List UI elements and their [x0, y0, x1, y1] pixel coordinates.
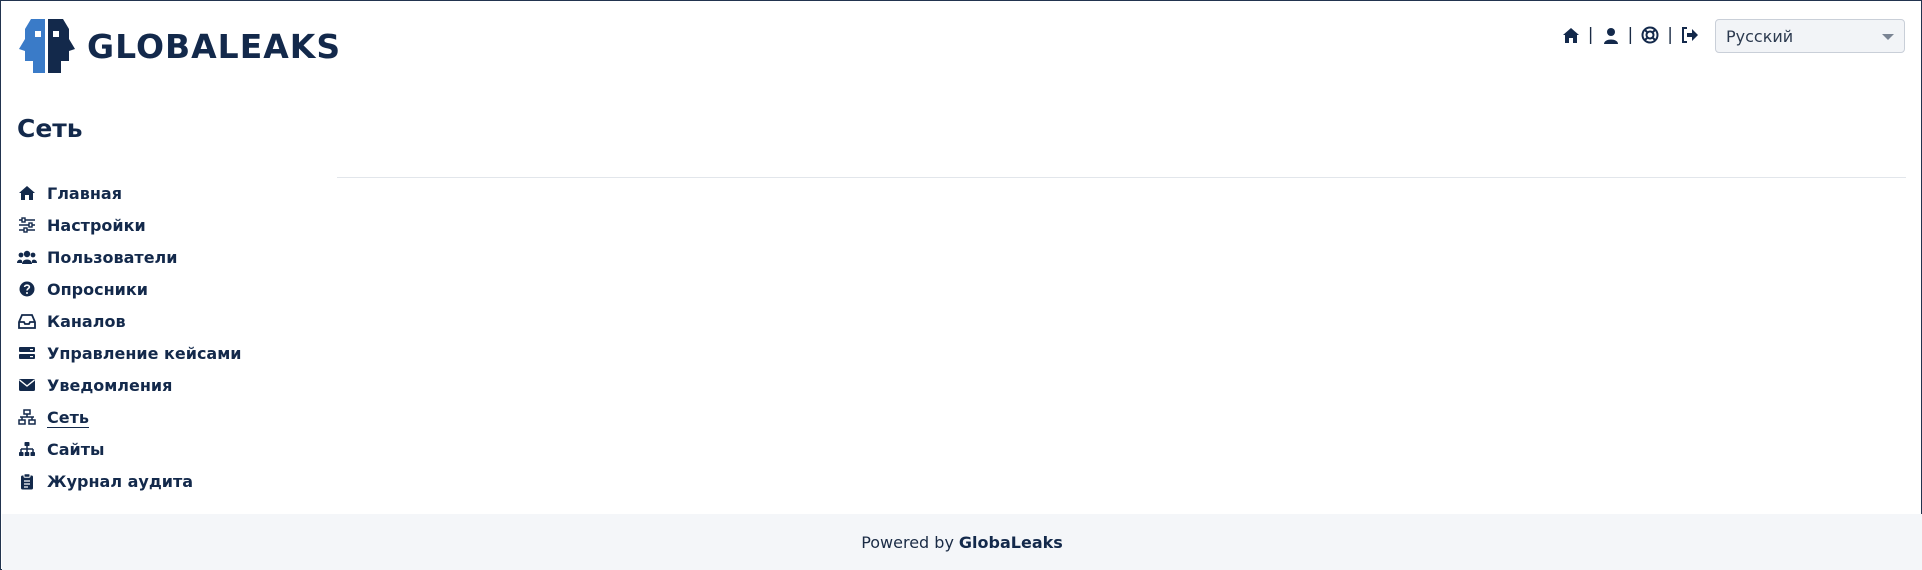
sidebar-item-label: Пользователи	[47, 247, 178, 267]
sidebar-item-label: Уведомления	[47, 375, 173, 395]
user-icon[interactable]	[1600, 24, 1622, 46]
sidebar-item-users[interactable]: Пользователи	[17, 241, 317, 273]
language-select-value: Русский	[1726, 26, 1794, 46]
home-icon[interactable]	[1560, 24, 1582, 46]
content-divider	[337, 177, 1906, 178]
chevron-down-icon	[1882, 34, 1894, 40]
sidebar-item-label: Управление кейсами	[47, 343, 242, 363]
page-title: Сеть	[17, 114, 83, 143]
sidebar-item-label: Сайты	[47, 439, 105, 459]
sidebar-item-label: Опросники	[47, 279, 148, 299]
sitemap-icon	[17, 439, 37, 459]
sidebar-item-settings[interactable]: Настройки	[17, 209, 317, 241]
sidebar-item-audit-log[interactable]: Журнал аудита	[17, 465, 317, 497]
nav-separator: |	[1627, 25, 1634, 45]
logo-text: GLOBALEAKS	[87, 26, 342, 66]
sidebar-item-label: Каналов	[47, 311, 126, 331]
logo-mark-icon	[19, 19, 75, 73]
top-nav: | | |	[1560, 23, 1701, 47]
sidebar-item-label: Главная	[47, 183, 122, 203]
sidebar-item-label: Настройки	[47, 215, 146, 235]
footer-brand-link[interactable]: GlobaLeaks	[959, 533, 1063, 552]
sidebar-item-sites[interactable]: Сайты	[17, 433, 317, 465]
envelope-icon	[17, 375, 37, 395]
sidebar-item-channels[interactable]: Каналов	[17, 305, 317, 337]
nav-separator: |	[1667, 25, 1673, 45]
clipboard-icon	[17, 471, 37, 491]
users-icon	[17, 247, 37, 267]
sidebar-item-questionnaires[interactable]: Опросники	[17, 273, 317, 305]
sidebar-item-notifications[interactable]: Уведомления	[17, 369, 317, 401]
lifebuoy-icon[interactable]	[1639, 24, 1661, 46]
question-circle-icon	[17, 279, 37, 299]
footer-prefix: Powered by	[861, 532, 954, 552]
language-select[interactable]: Русский	[1715, 19, 1905, 53]
inbox-icon	[17, 311, 37, 331]
globaleaks-logo[interactable]: GLOBALEAKS	[17, 17, 341, 75]
home-icon	[17, 183, 37, 203]
sidebar-item-label: Журнал аудита	[47, 471, 194, 491]
sidebar-item-label: Сеть	[47, 407, 89, 427]
sidebar-item-case-management[interactable]: Управление кейсами	[17, 337, 317, 369]
logout-icon[interactable]	[1679, 24, 1701, 46]
nav-separator: |	[1587, 25, 1594, 45]
app-window: GLOBALEAKS | | | Русский Сеть Главная На…	[0, 0, 1922, 570]
sliders-icon	[17, 215, 37, 235]
server-icon	[17, 343, 37, 363]
sidebar-item-home[interactable]: Главная	[17, 177, 317, 209]
sidebar-item-network[interactable]: Сеть	[17, 401, 317, 433]
footer: Powered by GlobaLeaks	[2, 514, 1922, 570]
network-icon	[17, 407, 37, 427]
sidebar-nav: Главная Настройки Пользователи Опросники…	[17, 177, 317, 497]
